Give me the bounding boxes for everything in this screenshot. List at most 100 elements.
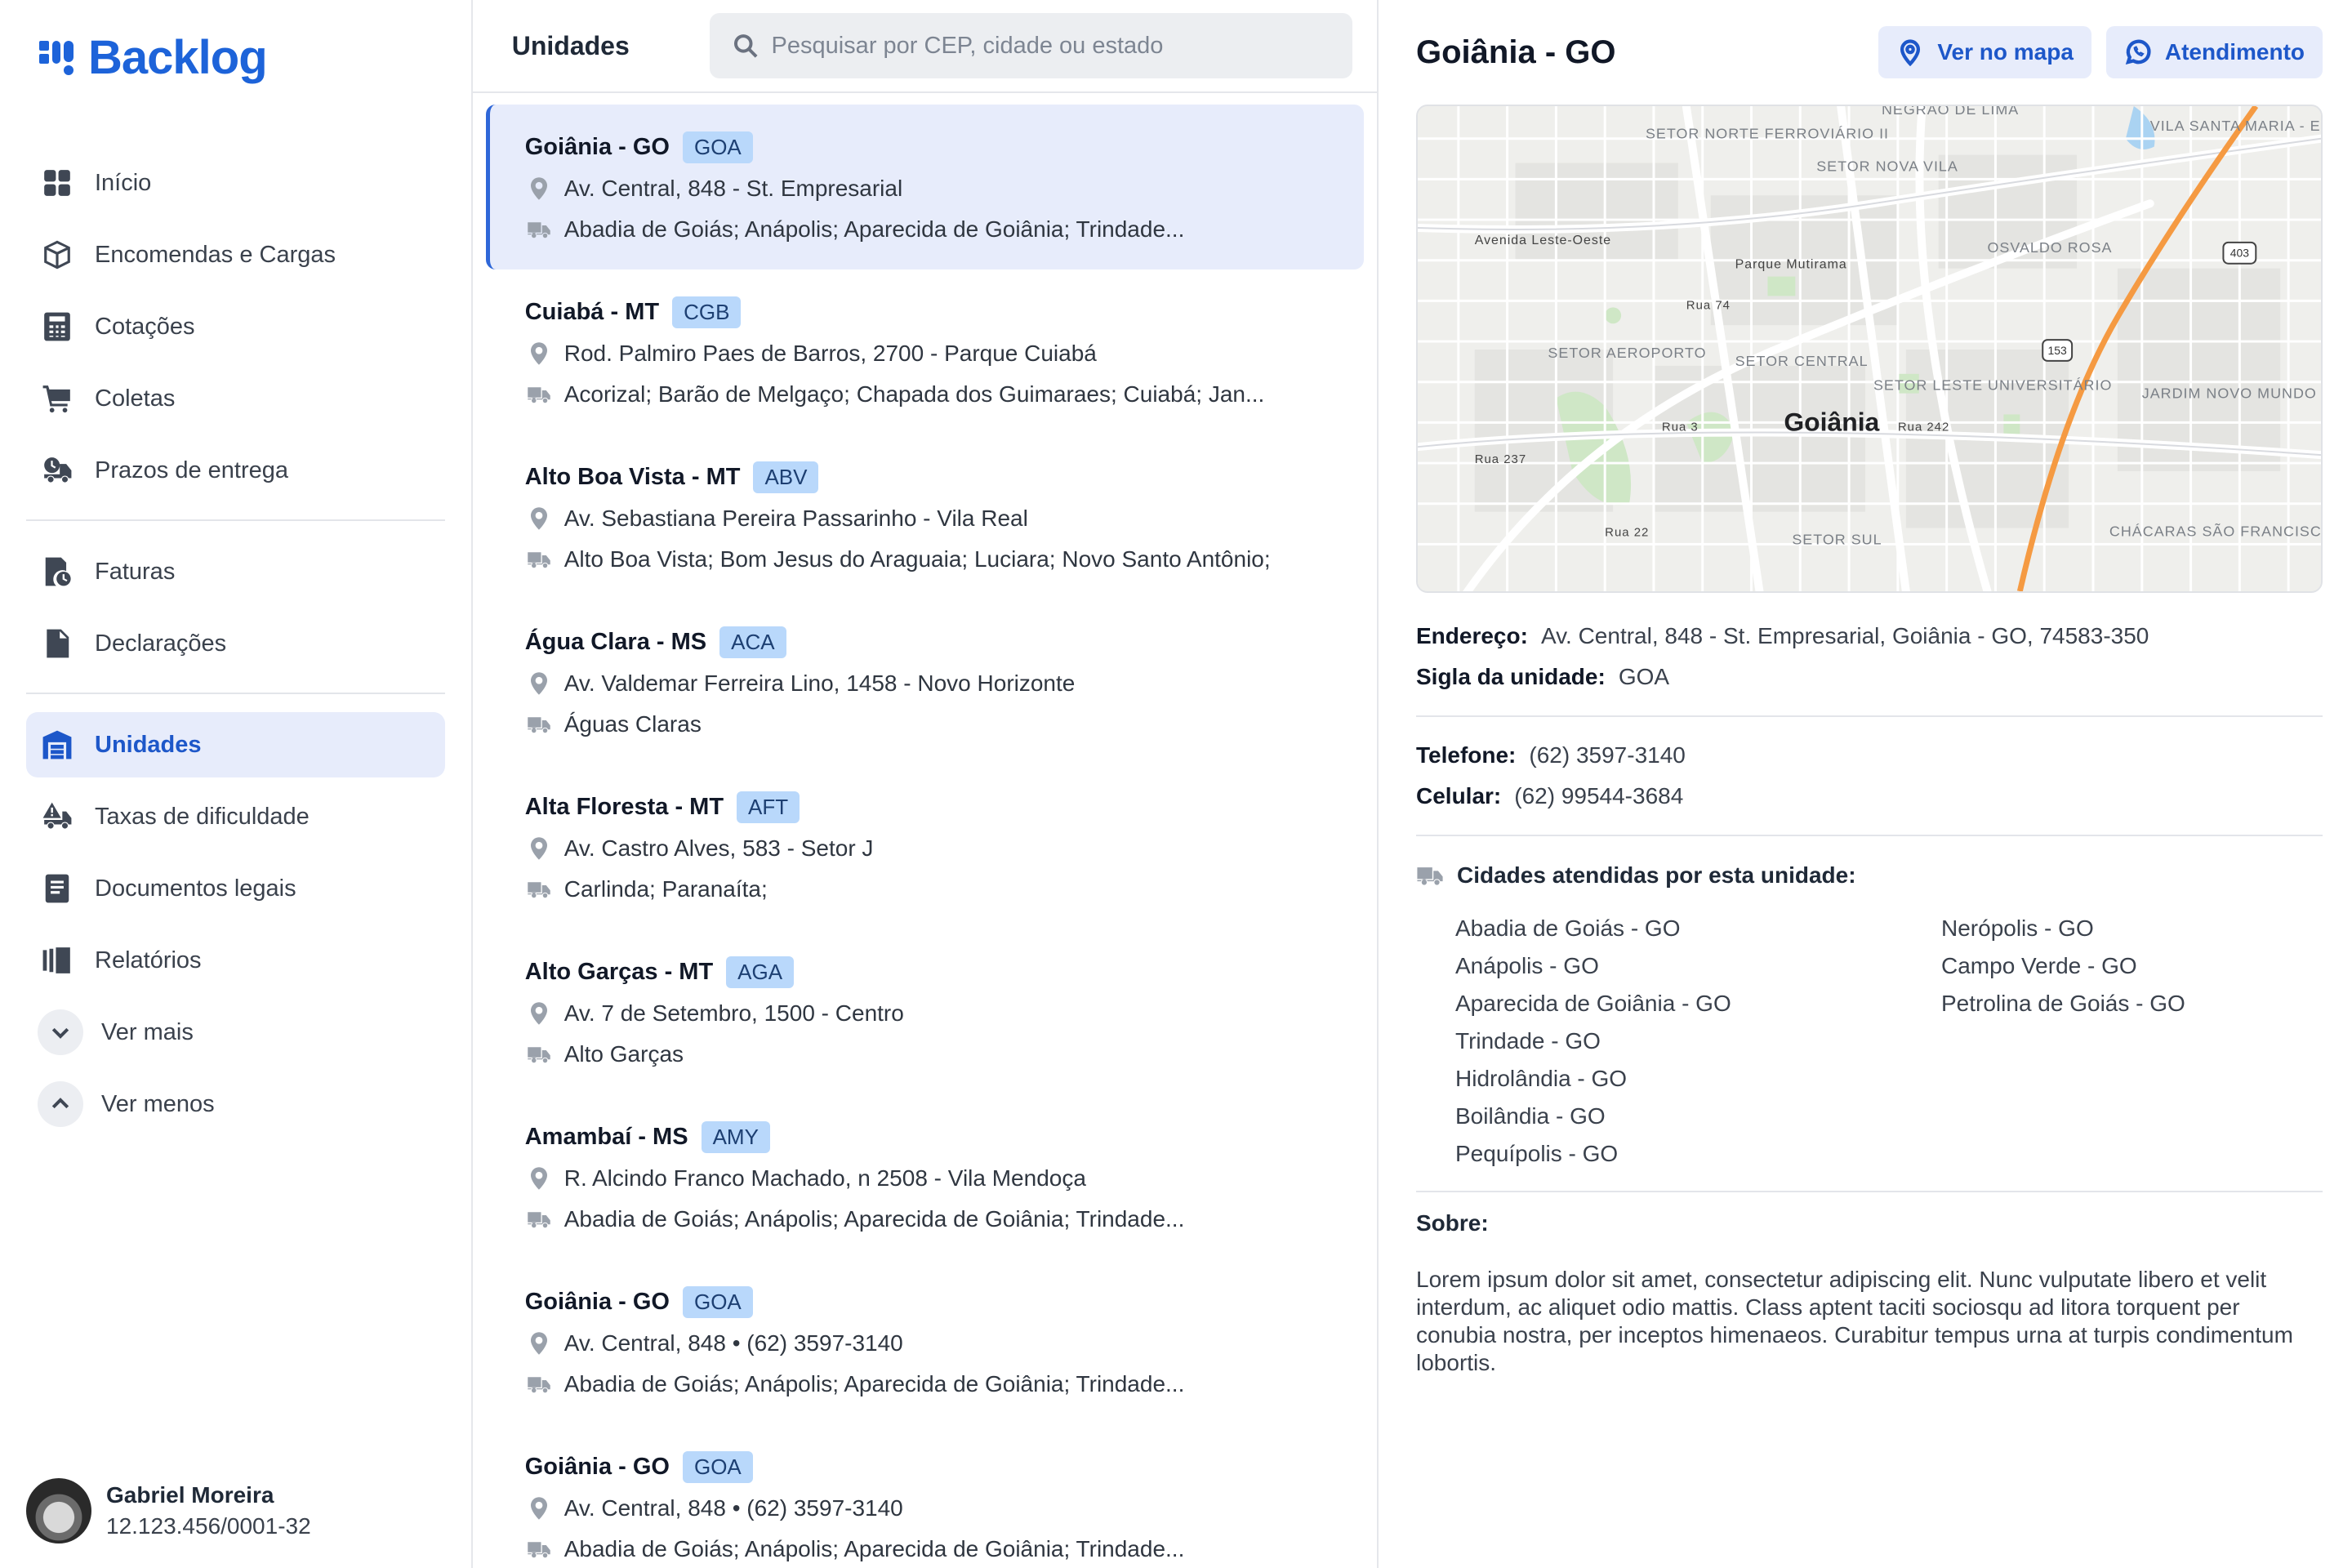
address-label: Endereço: <box>1416 623 1528 648</box>
support-label: Atendimento <box>2164 39 2305 65</box>
map-city-label: Goiânia <box>1784 407 1879 436</box>
list-header: Unidades <box>472 0 1377 93</box>
unit-address: Av. Central, 848 • (62) 3597-3140 <box>564 1495 903 1521</box>
units-list: Goiânia - GO GOA Av. Central, 848 - St. Em… <box>473 93 1377 1568</box>
unit-code-badge: GOA <box>682 1285 753 1318</box>
user-document: 12.123.456/0001-32 <box>106 1513 311 1539</box>
unit-cities: Acorizal; Barão de Melgaço; Chapada dos … <box>564 381 1265 407</box>
units-list-panel: Unidades Goiânia - GO GOA Av. Central, 848… <box>472 0 1379 1568</box>
sidebar-item-label: Coletas <box>95 385 176 412</box>
unit-card[interactable]: Goiânia - GO GOA Av. Central, 848 - St. Em… <box>485 105 1364 270</box>
unit-address: R. Alcindo Franco Machado, n 2508 - Vila… <box>564 1165 1086 1191</box>
unit-address: Av. Sebastiana Pereira Passarinho - Vila… <box>564 506 1028 531</box>
truck-icon <box>525 216 553 243</box>
truck-icon <box>525 875 553 903</box>
ver-mais-label: Ver mais <box>101 1018 194 1045</box>
city-item: Anápolis - GO <box>1455 953 1599 978</box>
unit-address: Rod. Palmiro Paes de Barros, 2700 - Parq… <box>564 341 1097 366</box>
address-value: Av. Central, 848 - St. Empresarial, Goiâ… <box>1540 623 2149 648</box>
unit-name: Água Clara - MS <box>524 628 707 655</box>
unit-name: Goiânia - GO <box>524 133 670 160</box>
grid-icon <box>41 167 74 199</box>
ver-mais-button[interactable]: Ver mais <box>26 1000 445 1065</box>
map-pin-icon <box>525 340 553 368</box>
unit-name: Amambaí - MS <box>524 1123 688 1150</box>
phone-value[interactable]: (62) 3597-3140 <box>1529 742 1685 768</box>
unit-name: Alto Garças - MT <box>524 958 714 985</box>
user-profile[interactable]: Gabriel Moreira 12.123.456/0001-32 <box>26 1478 311 1544</box>
unit-card[interactable]: Alto Garças - MT AGA Av. 7 de Setembro, 15… <box>486 929 1364 1094</box>
sidebar-item-unidades[interactable]: Unidades <box>26 712 445 777</box>
divider <box>1416 835 2323 836</box>
truck-icon <box>525 381 553 408</box>
unit-cities: Abadia de Goiás; Anápolis; Aparecida de … <box>564 216 1185 242</box>
mobile-value[interactable]: (62) 99544-3684 <box>1514 783 1683 809</box>
map-pin-icon <box>525 175 553 203</box>
unit-card-header: Cuiabá - MT CGB <box>525 294 1339 330</box>
cities-title: Cidades atendidas por esta unidade: <box>1416 854 2323 897</box>
logo[interactable]: Backlog <box>26 0 445 114</box>
city-item: Trindade - GO <box>1455 1028 1601 1054</box>
unit-card-header: Alta Floresta - MT AFT <box>525 789 1339 825</box>
map-label: Rua 237 <box>1475 452 1526 466</box>
sidebar-item-faturas[interactable]: Faturas <box>26 539 445 604</box>
map-label: OSVALDO ROSA <box>1987 239 2112 256</box>
view-on-map-button[interactable]: Ver no mapa <box>1878 26 2091 78</box>
address-row: Endereço: Av. Central, 848 - St. Empresa… <box>1416 616 2323 657</box>
map-label: SETOR CENTRAL <box>1735 353 1869 369</box>
sidebar-item-coletas[interactable]: Coletas <box>26 366 445 431</box>
sidebar-nav: Início Encomendas e Cargas Cotações Cole… <box>26 150 445 1137</box>
unit-card[interactable]: Alta Floresta - MT AFT Av. Castro Alves, 5… <box>486 764 1364 929</box>
truck-icon <box>525 1205 553 1233</box>
view-on-map-label: Ver no mapa <box>1937 39 2074 65</box>
sidebar-item-relatorios[interactable]: Relatórios <box>26 928 445 993</box>
unit-cities-line: Carlinda; Paranaíta; <box>525 872 1339 906</box>
detail-title: Goiânia - GO <box>1416 33 1616 70</box>
chevron-down-icon <box>38 1009 83 1055</box>
unit-card[interactable]: Goiânia - GO GOA Av. Central, 848 • (62) 3… <box>486 1259 1364 1424</box>
sidebar-item-cotacoes[interactable]: Cotações <box>26 294 445 359</box>
unit-cities-line: Alto Garças <box>525 1037 1339 1071</box>
sidebar-item-inicio[interactable]: Início <box>26 150 445 216</box>
cities-list: Abadia de Goiás - GO Anápolis - GO Apareci… <box>1455 910 2323 1173</box>
nav-divider <box>26 519 445 521</box>
warehouse-icon <box>41 728 74 761</box>
unit-card[interactable]: Alto Boa Vista - MT ABV Av. Sebastiana Per… <box>486 434 1364 599</box>
map-label: SETOR NOVA VILA <box>1816 158 1958 174</box>
about-text: Lorem ipsum dolor sit amet, consectetur … <box>1416 1267 2293 1375</box>
unit-address-line: Av. 7 de Setembro, 1500 - Centro <box>525 996 1339 1031</box>
city-item: Aparecida de Goiânia - GO <box>1455 991 1731 1016</box>
ver-menos-button[interactable]: Ver menos <box>26 1071 445 1137</box>
unit-name: Alta Floresta - MT <box>524 793 724 820</box>
unit-card[interactable]: Água Clara - MS ACA Av. Valdemar Ferreira … <box>486 599 1364 764</box>
map-pin-icon <box>525 1000 553 1027</box>
sidebar-item-prazos[interactable]: Prazos de entrega <box>26 438 445 503</box>
unit-card[interactable]: Amambaí - MS AMY R. Alcindo Franco Machado… <box>486 1094 1364 1259</box>
search-input[interactable] <box>771 32 1330 60</box>
map-label: VILA SANTA MARIA - EXTENSÃO <box>2150 117 2321 134</box>
unit-name: Cuiabá - MT <box>524 298 660 325</box>
map-view[interactable]: 403 153 SETOR NORTE FERROVIÁRIO II SETOR… <box>1416 105 2323 593</box>
unit-card[interactable]: Goiânia - GO GOA Av. Central, 848 • (62) 3… <box>486 1424 1364 1568</box>
unit-address-line: Av. Central, 848 • (62) 3597-3140 <box>525 1326 1339 1361</box>
truck-alert-icon <box>41 800 74 833</box>
cart-icon <box>41 382 74 415</box>
sidebar-item-encomendas[interactable]: Encomendas e Cargas <box>26 222 445 287</box>
unit-cities-line: Abadia de Goiás; Anápolis; Aparecida de … <box>525 1532 1339 1566</box>
list-title: Unidades <box>511 30 630 60</box>
city-item: Boilândia - GO <box>1455 1103 1606 1129</box>
map-label: Rua 74 <box>1686 298 1731 312</box>
sidebar-item-documentos[interactable]: Documentos legais <box>26 856 445 921</box>
mobile-label: Celular: <box>1416 783 1502 808</box>
map-pin-icon <box>525 835 553 862</box>
unit-address-line: Av. Central, 848 - St. Empresarial <box>525 172 1339 206</box>
unit-card[interactable]: Cuiabá - MT CGB Rod. Palmiro Paes de Barro… <box>486 270 1364 434</box>
sidebar-item-label: Início <box>95 169 152 196</box>
mobile-row: Celular: (62) 99544-3684 <box>1416 776 2323 817</box>
unit-cities: Abadia de Goiás; Anápolis; Aparecida de … <box>564 1536 1185 1561</box>
support-button[interactable]: Atendimento <box>2105 26 2323 78</box>
map-pin-icon <box>525 505 553 532</box>
search-box[interactable] <box>709 13 1352 78</box>
sidebar-item-declaracoes[interactable]: Declarações <box>26 611 445 676</box>
sidebar-item-taxas[interactable]: Taxas de dificuldade <box>26 784 445 849</box>
